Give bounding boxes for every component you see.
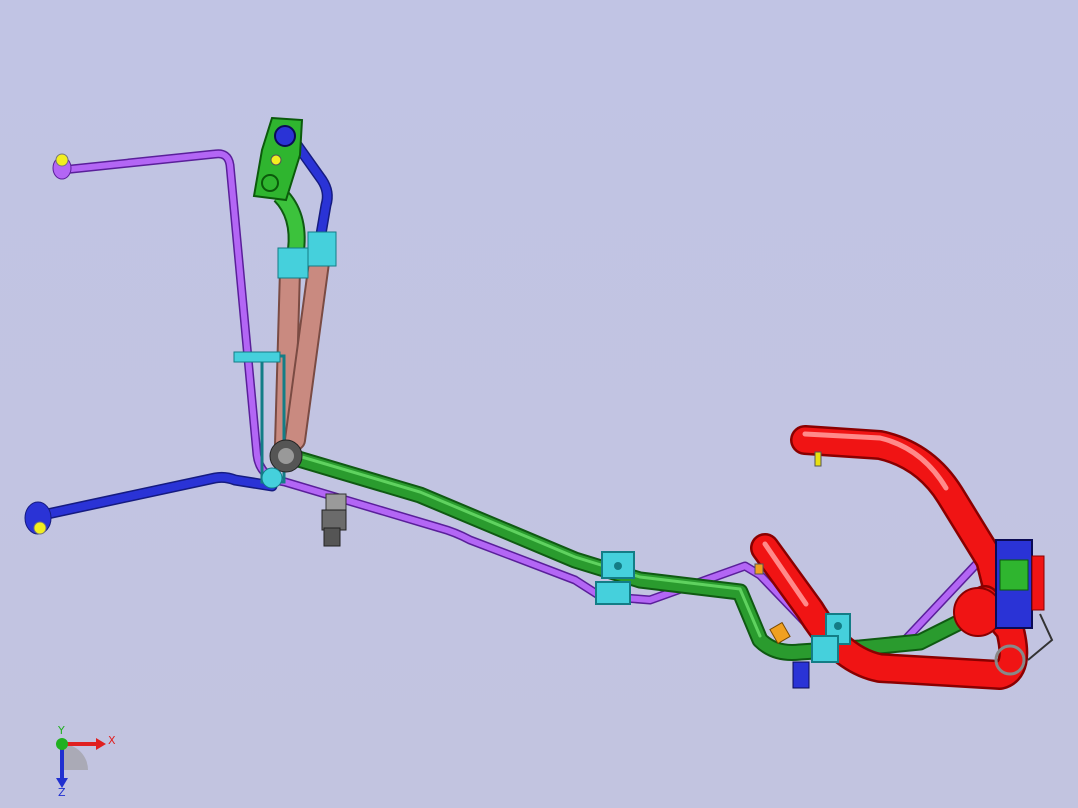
yellow-fitting-icon bbox=[33, 521, 47, 535]
x-axis-label: X bbox=[108, 734, 116, 747]
cyan-collar-right bbox=[307, 231, 337, 267]
green-main-line[interactable] bbox=[276, 446, 1029, 661]
y-axis-label: Y bbox=[57, 724, 65, 737]
copper-tubes[interactable] bbox=[274, 244, 331, 456]
orientation-triad[interactable]: X Y Z bbox=[40, 722, 160, 808]
green-manifold-block[interactable] bbox=[252, 116, 304, 202]
blue-fitting-icon bbox=[792, 661, 810, 689]
x-axis-arrowhead bbox=[96, 738, 106, 750]
blue-line-lower[interactable] bbox=[24, 471, 278, 535]
y-axis-dot bbox=[56, 738, 68, 750]
pipe-assembly-model[interactable] bbox=[0, 0, 1078, 808]
red-connector-bulb bbox=[953, 587, 1003, 637]
yellow-fitting-icon bbox=[55, 153, 69, 167]
pressure-sensor-icon bbox=[321, 493, 347, 547]
cyan-clamp-middle[interactable] bbox=[595, 551, 635, 605]
purple-refrigerant-line[interactable] bbox=[52, 149, 1025, 653]
blue-port-icon bbox=[274, 125, 296, 147]
yellow-fitting-icon bbox=[270, 154, 282, 166]
z-axis-label: Z bbox=[58, 786, 66, 799]
green-upper-tube[interactable] bbox=[273, 188, 306, 252]
green-port-icon bbox=[261, 174, 279, 192]
cyan-collar-left bbox=[277, 247, 309, 279]
cad-viewport[interactable]: X Y Z bbox=[0, 0, 1078, 808]
